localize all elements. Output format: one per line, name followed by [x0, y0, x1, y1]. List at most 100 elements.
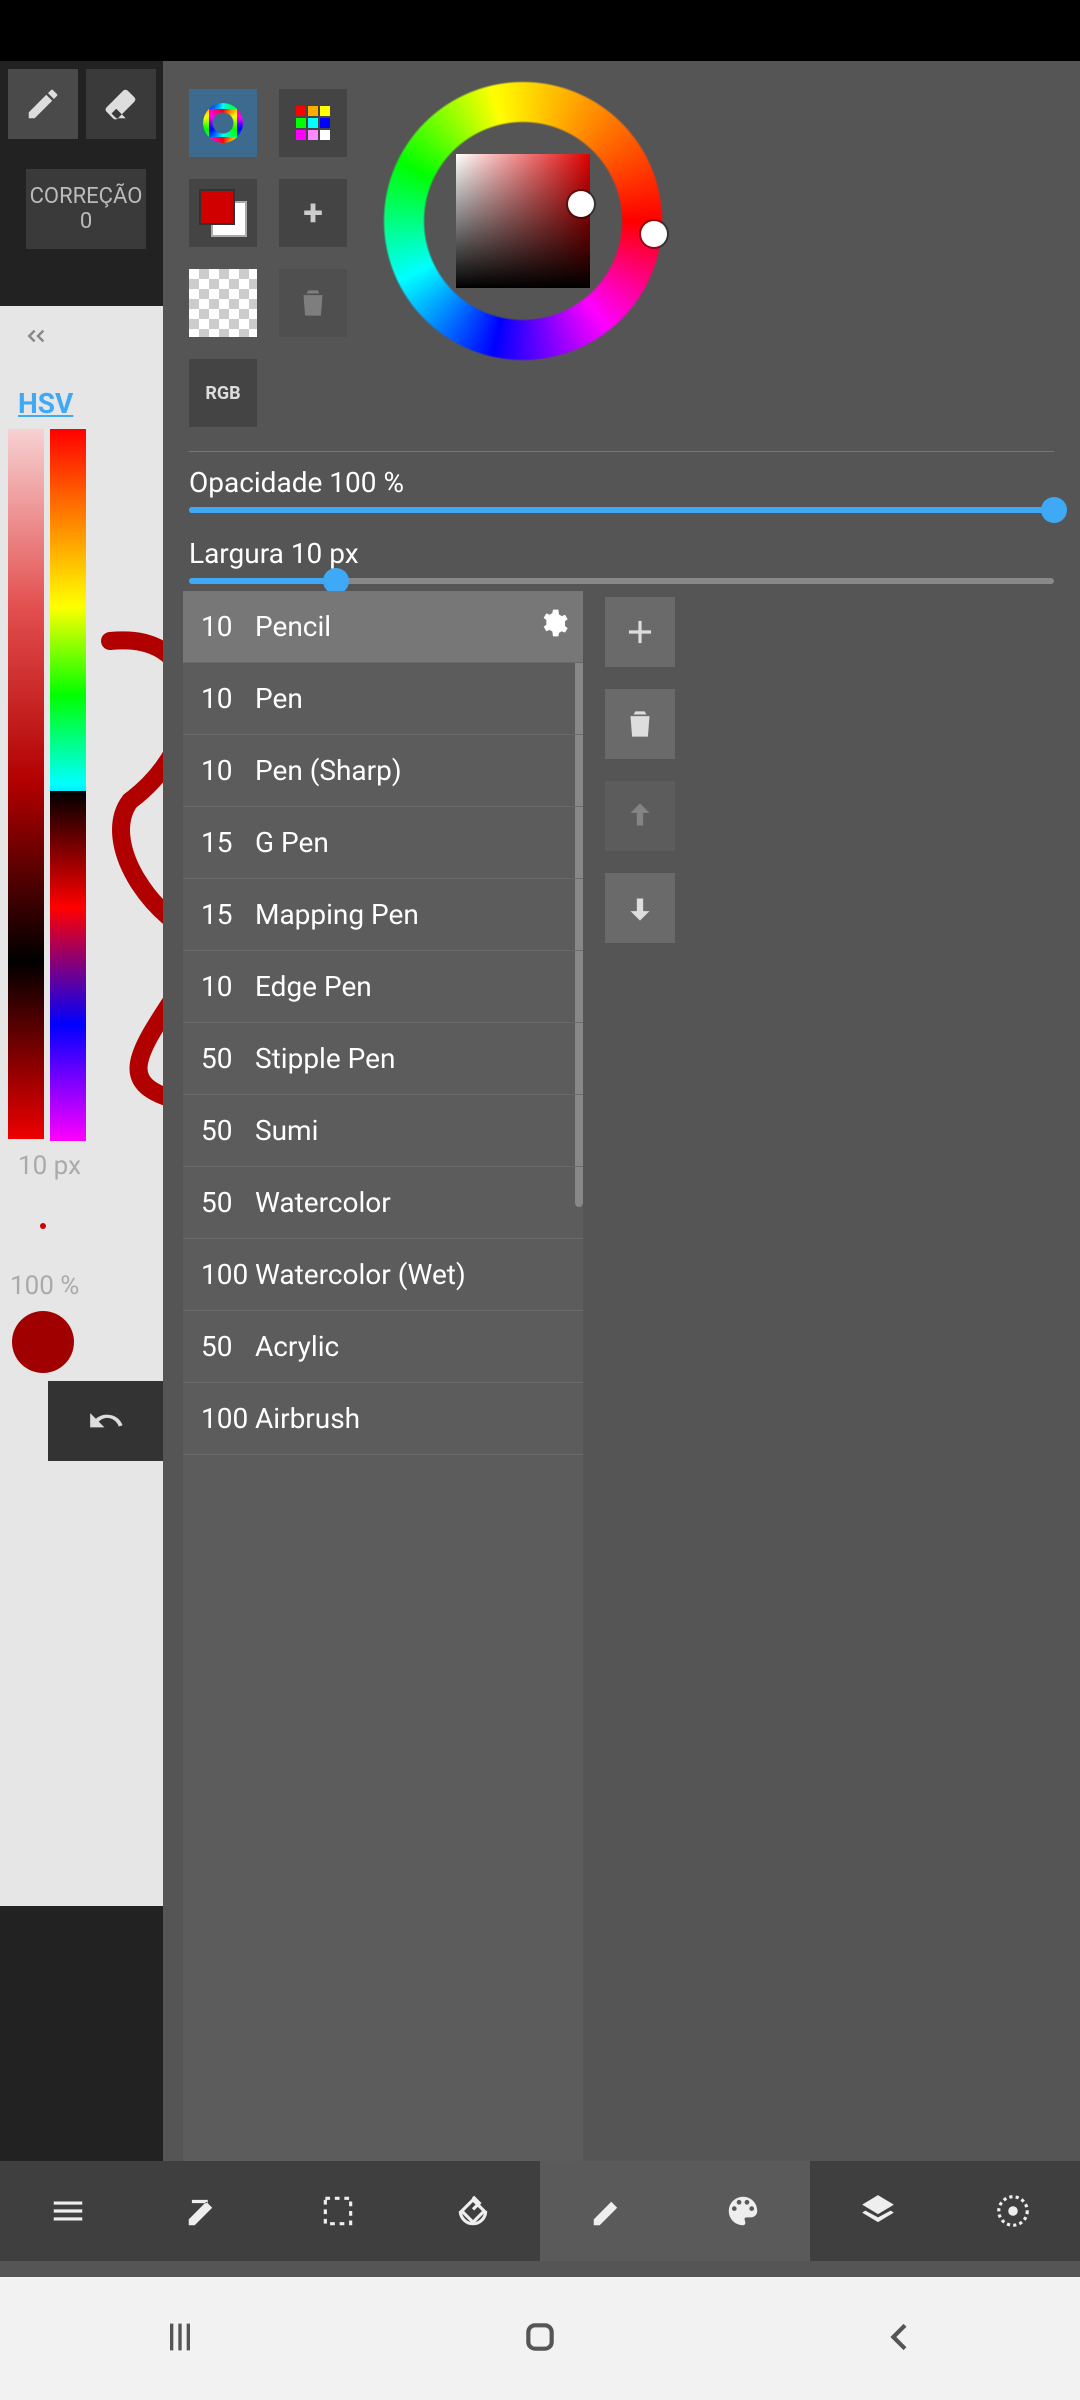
brush-name: Pen: [255, 682, 583, 715]
brush-sliders: Opacidade 100 % Largura 10 px: [189, 451, 1054, 608]
brush-name: G Pen: [255, 826, 583, 859]
brush-settings-button[interactable]: [537, 607, 569, 646]
nav-back-button[interactable]: [880, 2317, 920, 2361]
rotate-button[interactable]: [405, 2161, 540, 2261]
correction-label: CORREÇÃO: [30, 184, 143, 209]
brush-list[interactable]: 10Pencil10Pen10Pen (Sharp)15G Pen15Mappi…: [183, 591, 583, 2161]
correction-button[interactable]: CORREÇÃO 0: [26, 169, 146, 249]
edit-icon: [184, 2192, 222, 2230]
marquee-icon: [319, 2192, 357, 2230]
add-swatch-button[interactable]: +: [279, 179, 347, 247]
sv-handle[interactable]: [568, 191, 594, 217]
width-slider-label: Largura 10 px: [189, 537, 1054, 570]
brush-item[interactable]: 10Pen (Sharp): [183, 735, 583, 807]
brush-color-panel: + RGB Opacidade 100 % Largu: [163, 61, 1080, 2161]
bottom-toolbar: [0, 2161, 1080, 2261]
brush-size: 10: [201, 754, 255, 787]
nav-recents-button[interactable]: [160, 2317, 200, 2361]
hamburger-icon: [49, 2192, 87, 2230]
android-nav-bar: [0, 2277, 1080, 2400]
brush-name: Mapping Pen: [255, 898, 583, 931]
brush-name: Watercolor: [255, 1186, 583, 1219]
color-mode-grid: + RGB: [189, 89, 347, 449]
chevron-double-left-icon: [20, 321, 50, 351]
gear-icon: [537, 607, 569, 639]
swatch-stack-icon: [199, 189, 247, 237]
menu-button[interactable]: [0, 2161, 135, 2261]
brush-name: Airbrush: [255, 1402, 583, 1435]
brush-size: 50: [201, 1186, 255, 1219]
plus-icon: [621, 613, 659, 651]
brush-size: 15: [201, 826, 255, 859]
brush-tab-button[interactable]: [540, 2161, 675, 2261]
pencil-icon: [24, 85, 62, 123]
sat-slider-strip[interactable]: [50, 791, 86, 1141]
layers-button[interactable]: [810, 2161, 945, 2261]
palette-grid-icon: [296, 106, 330, 140]
color-wheel-icon: [203, 103, 243, 143]
tool-pencil-button[interactable]: [8, 69, 78, 139]
palette-tab-button[interactable]: [675, 2161, 810, 2261]
width-slider[interactable]: [189, 578, 1054, 584]
rotate-icon: [454, 2192, 492, 2230]
value-slider-strip[interactable]: [8, 429, 44, 1139]
tool-eraser-button[interactable]: [86, 69, 156, 139]
brush-preview-dot: [40, 1223, 46, 1229]
select-button[interactable]: [270, 2161, 405, 2261]
brush-item[interactable]: 50Watercolor: [183, 1167, 583, 1239]
opacity-readout: 100 %: [10, 1271, 79, 1301]
palette-icon: [724, 2192, 762, 2230]
brush-name: Pencil: [255, 610, 583, 643]
brush-size: 100: [201, 1258, 255, 1291]
brush-name: Stipple Pen: [255, 1042, 583, 1075]
sv-box[interactable]: [456, 154, 590, 288]
color-wheel-mode-button[interactable]: [189, 89, 257, 157]
delete-swatch-button: [279, 269, 347, 337]
nav-home-button[interactable]: [520, 2317, 560, 2361]
brush-size: 100: [201, 1402, 255, 1435]
rgb-mode-button[interactable]: RGB: [189, 359, 257, 427]
brush-item[interactable]: 10Pen: [183, 663, 583, 735]
arrow-up-icon: [621, 797, 659, 835]
rgb-label: RGB: [205, 383, 240, 404]
edit-button[interactable]: [135, 2161, 270, 2261]
arrow-down-icon: [621, 889, 659, 927]
brush-item[interactable]: 50Sumi: [183, 1095, 583, 1167]
more-button[interactable]: [945, 2161, 1080, 2261]
brush-move-up-button: [605, 781, 675, 851]
brush-item[interactable]: 15Mapping Pen: [183, 879, 583, 951]
brush-add-button[interactable]: [605, 597, 675, 667]
correction-value: 0: [80, 209, 92, 234]
dots-circle-icon: [994, 2192, 1032, 2230]
brush-item[interactable]: 10Edge Pen: [183, 951, 583, 1023]
recents-icon: [160, 2317, 200, 2357]
brush-item[interactable]: 10Pencil: [183, 591, 583, 663]
eraser-icon: [102, 85, 140, 123]
brush-item[interactable]: 15G Pen: [183, 807, 583, 879]
brush-move-down-button[interactable]: [605, 873, 675, 943]
color-wheel[interactable]: [383, 81, 663, 361]
brush-size: 10: [201, 970, 255, 1003]
brush-name: Sumi: [255, 1114, 583, 1147]
hue-handle[interactable]: [641, 221, 667, 247]
brush-name: Pen (Sharp): [255, 754, 583, 787]
brush-delete-button[interactable]: [605, 689, 675, 759]
brush-item[interactable]: 50Stipple Pen: [183, 1023, 583, 1095]
brush-item[interactable]: 100Airbrush: [183, 1383, 583, 1455]
color-mode-hsv-tab[interactable]: HSV: [18, 387, 73, 420]
transparency-swatch-button[interactable]: [189, 269, 257, 337]
collapse-sidebar-button[interactable]: [20, 321, 50, 355]
fg-bg-swatch-button[interactable]: [189, 179, 257, 247]
palette-mode-button[interactable]: [279, 89, 347, 157]
pencil-icon: [589, 2192, 627, 2230]
chevron-left-icon: [880, 2317, 920, 2357]
brush-item[interactable]: 50Acrylic: [183, 1311, 583, 1383]
brush-item[interactable]: 100Watercolor (Wet): [183, 1239, 583, 1311]
plus-icon: +: [303, 192, 323, 234]
undo-icon: [87, 1402, 125, 1440]
brush-name: Watercolor (Wet): [255, 1258, 583, 1291]
undo-button[interactable]: [48, 1381, 163, 1461]
current-color-swatch[interactable]: [12, 1311, 74, 1373]
trash-icon: [294, 284, 332, 322]
opacity-slider[interactable]: [189, 507, 1054, 513]
